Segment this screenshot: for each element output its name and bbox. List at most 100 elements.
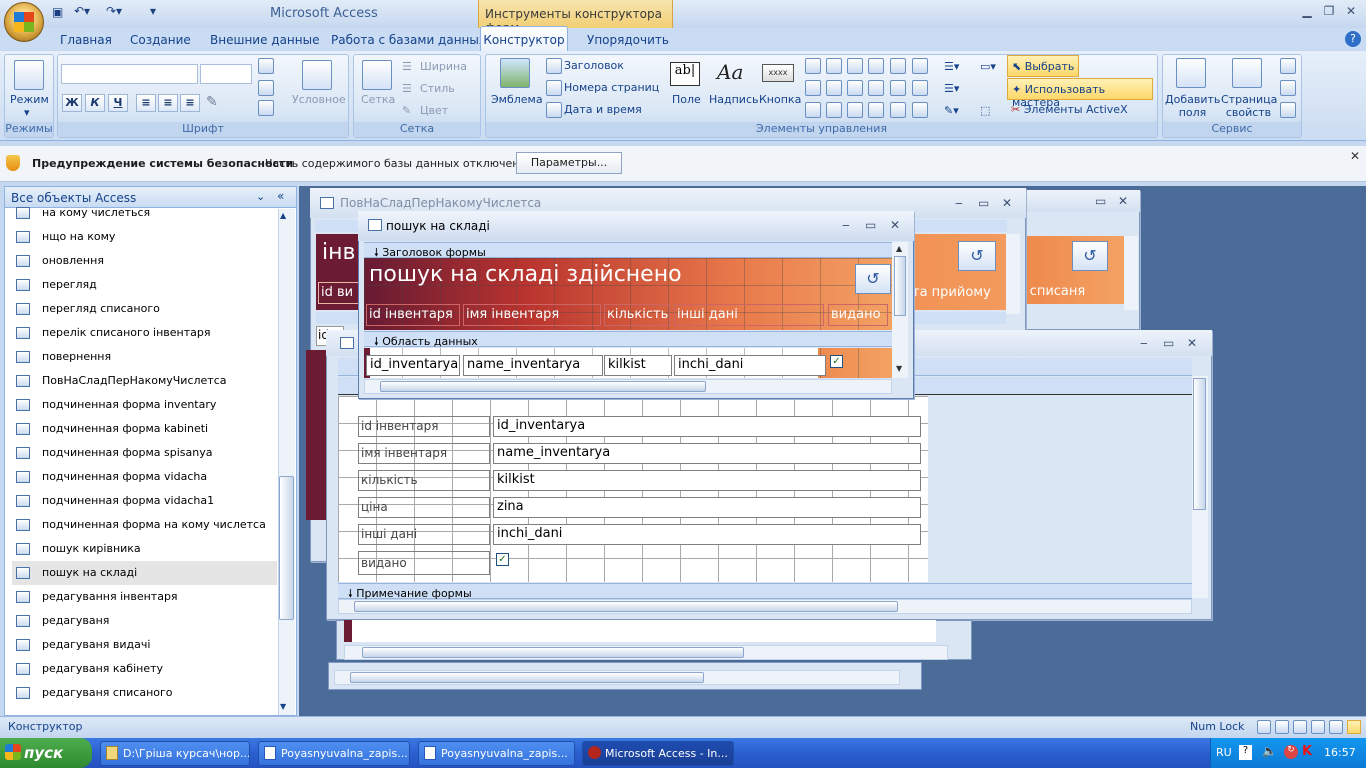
nav-scrollbar[interactable] [278,209,295,715]
office-button[interactable] [4,2,44,42]
line-color-icon[interactable] [258,100,274,116]
logo-icon[interactable] [500,58,530,88]
window-right-back-max-icon[interactable]: ▭ [1095,194,1106,208]
nav-item[interactable]: повернення [12,345,277,369]
window-search-undo-icon[interactable]: ↺ [855,264,891,294]
maximize-icon[interactable]: ❐ [1318,4,1340,22]
grid-width-icon[interactable]: ☰ [402,60,412,73]
security-options-button[interactable]: Параметры... [516,152,622,174]
window-back-undo-icon[interactable]: ↺ [958,241,996,271]
window-back-hscroll-thumb[interactable] [362,647,744,658]
textbox-button[interactable]: Поле [672,93,701,106]
detail-field-qty[interactable]: kilkist [493,470,921,491]
view-design-icon[interactable] [1347,720,1361,734]
code-icon[interactable] [1280,80,1296,96]
option-group-icon[interactable] [826,102,842,118]
tab-home[interactable]: Главная [60,33,112,47]
image-icon[interactable] [868,102,884,118]
nav-item[interactable]: редагування інвентаря [12,585,277,609]
page-numbers-button[interactable]: Номера страниц [564,81,659,94]
grid-color-button[interactable]: Цвет [420,104,448,117]
nav-item[interactable]: пошук на складі [12,561,277,585]
add-fields-button[interactable]: Добавить поля [1165,93,1220,119]
scroll-up-icon[interactable]: ▲ [280,211,286,220]
format-painter-icon[interactable]: ✎ [206,94,218,110]
button-control-icon[interactable]: xxxx [762,64,794,82]
page-numbers-icon[interactable] [546,80,562,96]
window-search-close-icon[interactable]: ✕ [890,218,900,232]
title-button[interactable]: Заголовок [564,59,624,72]
window-right-back-close-icon[interactable]: ✕ [1118,194,1128,208]
window-back-vscroll[interactable] [1006,234,1020,314]
label-button[interactable]: Надпись [709,93,759,106]
window-search-scroll-down-icon[interactable]: ▼ [896,364,902,373]
taskbar-word-1[interactable]: Poyasnyuvalna_zapis... [258,741,410,766]
property-sheet-button[interactable]: Страница свойств [1221,93,1277,119]
control-combo-icon[interactable] [847,58,863,74]
gridlines-icon[interactable] [362,60,392,90]
window-third-hscroll-thumb[interactable] [350,672,704,683]
help-icon[interactable]: ? [1345,31,1361,47]
view-icon[interactable] [14,60,44,90]
kaspersky-icon[interactable]: K [1302,744,1312,759]
language-indicator[interactable]: RU [1216,746,1232,759]
search-field-id[interactable]: id_inventarya [366,355,460,376]
detail-field-price[interactable]: zina [493,497,921,518]
date-time-icon[interactable] [546,102,562,118]
bound-frame-icon[interactable] [890,80,906,96]
nav-item[interactable]: подчиненная форма inventary [12,393,277,417]
detail-field-other[interactable]: inchi_dani [493,524,921,545]
date-time-button[interactable]: Дата и время [564,103,642,116]
line-thickness-icon[interactable]: ☰▾ [944,60,959,73]
hyperlink-icon[interactable] [912,80,928,96]
rectangle-icon[interactable] [826,80,842,96]
antivirus-icon[interactable]: ↻ [1284,745,1298,759]
window-back-min-icon[interactable]: ‒ [955,196,963,210]
window-back-close-icon[interactable]: ✕ [1002,196,1012,210]
nav-item[interactable]: подчиненная форма vidacha [12,465,277,489]
title-icon[interactable] [546,58,562,74]
line-type-icon[interactable]: ☰▾ [944,82,959,95]
search-field-name[interactable]: name_inventarya [463,355,603,376]
nav-item[interactable]: редагуваня [12,609,277,633]
font-size-combo[interactable] [200,64,252,84]
line-color-ctrl-icon[interactable]: ✎▾ [944,104,959,117]
option-button-icon[interactable] [847,102,863,118]
bold-button[interactable]: Ж [62,94,82,112]
nav-item[interactable]: перегляд списаного [12,297,277,321]
align-center-icon[interactable]: ≡ [158,94,178,112]
window-right-back-undo-icon[interactable]: ↺ [1072,241,1108,271]
gridlines-button[interactable]: Сетка [361,93,395,106]
window-search-max-icon[interactable]: ▭ [865,218,876,232]
window-back-max-icon[interactable]: ▭ [978,196,989,210]
window-detail-hscroll-thumb[interactable] [354,601,898,612]
align-right-icon[interactable]: ≡ [180,94,200,112]
grid-style-icon[interactable]: ☰ [402,82,412,95]
detail-field-name[interactable]: name_inventarya [493,443,921,464]
control-tab-icon[interactable] [805,58,821,74]
nav-item[interactable]: ПовНаСладПерНакомуЧислетса [12,369,277,393]
special-effect-icon[interactable]: ▭▾ [980,60,996,73]
view-datasheet-icon[interactable] [1275,720,1289,734]
underline-button[interactable]: Ч [108,94,128,112]
page-break-icon[interactable] [868,58,884,74]
macro-icon[interactable] [1280,102,1296,118]
tab-database-tools[interactable]: Работа с базами данных [331,33,486,47]
nav-item[interactable]: подчиненная форма spisanya [12,441,277,465]
nav-collapse-icon[interactable]: « [277,189,284,203]
listbox-icon[interactable] [805,80,821,96]
nav-item[interactable]: редагуваня списаного [12,681,277,705]
nav-item[interactable]: оновлення [12,249,277,273]
detail-field-id[interactable]: id_inventarya [493,416,921,437]
view-layout-icon[interactable] [1329,720,1343,734]
view-pivottable-icon[interactable] [1293,720,1307,734]
subform-icon[interactable] [805,102,821,118]
property-sheet-icon[interactable] [1232,58,1262,88]
toggle-button-icon[interactable] [890,102,906,118]
font-color-icon[interactable] [258,58,274,74]
add-fields-icon[interactable] [1176,58,1206,88]
window-right-back-vscroll[interactable] [1124,236,1138,310]
window-search-vscroll-thumb[interactable] [894,256,906,316]
nav-item[interactable]: редагуваня видачі [12,633,277,657]
search-field-qty[interactable]: kilkist [604,355,672,376]
